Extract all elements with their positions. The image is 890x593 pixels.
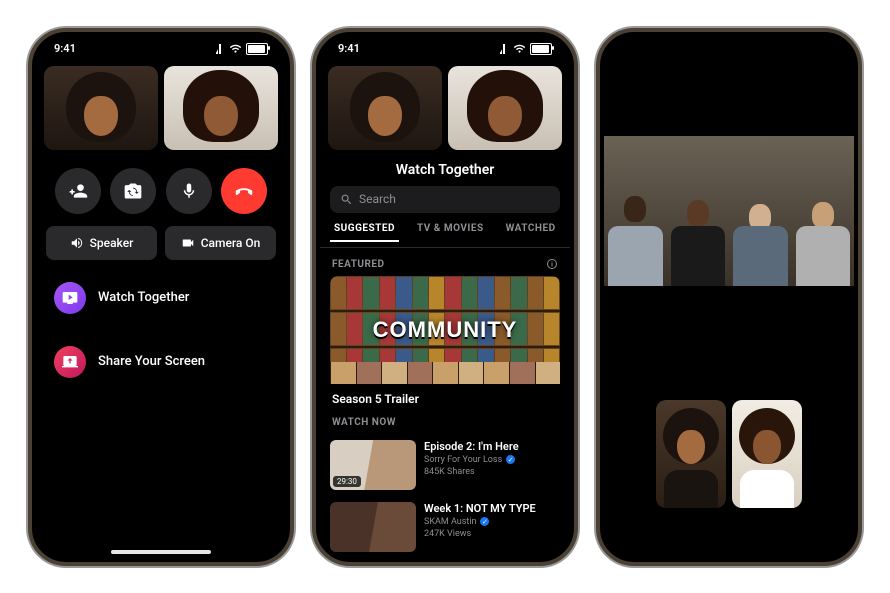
video-thumbnail: 29:30	[330, 440, 416, 490]
featured-title: Season 5 Trailer	[332, 392, 558, 406]
video-person	[792, 186, 855, 286]
flip-camera-button[interactable]	[110, 168, 156, 214]
notch	[387, 36, 503, 58]
notch	[671, 36, 787, 58]
home-indicator[interactable]	[111, 550, 211, 554]
share-screen-label: Share Your Screen	[98, 354, 205, 369]
status-time: 9:41	[338, 42, 360, 55]
tab-watched[interactable]: WATCHED	[502, 223, 560, 241]
hangup-icon	[233, 180, 255, 202]
video-thumbnail	[330, 502, 416, 552]
video-source: Sorry For Your Loss	[424, 455, 502, 465]
share-screen-option[interactable]: Share Your Screen	[36, 330, 286, 394]
featured-heading: FEATURED	[332, 259, 385, 270]
video-duration: 29:30	[333, 476, 361, 487]
featured-poster: COMMUNITY	[330, 276, 560, 384]
video-person	[604, 186, 667, 286]
featured-card[interactable]: COMMUNITY Season 5 Trailer Community ✓ ·…	[330, 276, 560, 406]
share-screen-icon	[54, 346, 86, 378]
wifi-icon	[229, 44, 242, 54]
tab-suggested[interactable]: SUGGESTED	[330, 223, 399, 242]
watch-together-icon	[54, 282, 86, 314]
video-person	[667, 186, 730, 286]
end-call-button[interactable]	[221, 168, 267, 214]
video-title: Episode 2: I'm Here	[424, 440, 560, 453]
speaker-icon	[70, 236, 84, 250]
participant-2[interactable]	[448, 66, 562, 150]
verified-icon: ✓	[480, 517, 489, 526]
watch-together-option[interactable]: Watch Together	[36, 266, 286, 330]
video-stats: 845K Shares	[424, 467, 475, 477]
add-person-icon	[68, 181, 88, 201]
participant-thumbnails	[36, 66, 286, 150]
video-stats: 247K Views	[424, 529, 471, 539]
video-row[interactable]: 29:30 Episode 2: I'm Here Sorry For Your…	[320, 434, 570, 496]
speaker-label: Speaker	[90, 236, 134, 250]
caller-1[interactable]	[656, 400, 726, 508]
playing-video[interactable]	[604, 136, 854, 286]
info-icon[interactable]	[546, 258, 558, 270]
add-person-button[interactable]	[55, 168, 101, 214]
panel-title: Watch Together	[320, 150, 570, 186]
watch-now-heading: WATCH NOW	[332, 417, 396, 428]
mute-button[interactable]	[166, 168, 212, 214]
phone-call-controls: 9:41	[28, 28, 294, 566]
status-time: 9:41	[54, 42, 76, 55]
phone-watch-together-browser: 9:41 Watch Together Search SU	[312, 28, 578, 566]
poster-title: COMMUNITY	[330, 317, 560, 343]
verified-icon: ✓	[506, 455, 515, 464]
video-source: SKAM Austin	[424, 517, 476, 527]
phone-watching-video	[596, 28, 862, 566]
camera-button[interactable]: Camera On	[165, 226, 276, 260]
camera-label: Camera On	[201, 236, 261, 250]
battery-icon	[246, 43, 268, 55]
camera-icon	[181, 236, 195, 250]
category-tabs: SUGGESTED TV & MOVIES WATCHED U	[320, 223, 570, 248]
participant-1[interactable]	[44, 66, 158, 150]
wifi-icon	[513, 44, 526, 54]
search-icon	[340, 193, 353, 206]
participant-1[interactable]	[328, 66, 442, 150]
participant-2[interactable]	[164, 66, 278, 150]
notch	[103, 36, 219, 58]
search-input[interactable]: Search	[330, 186, 560, 213]
video-row[interactable]: Week 1: NOT MY TYPE SKAM Austin ✓ 247K V…	[320, 496, 570, 558]
speaker-button[interactable]: Speaker	[46, 226, 157, 260]
watch-together-label: Watch Together	[98, 290, 189, 305]
caller-thumbnails	[656, 400, 802, 508]
video-person	[729, 186, 792, 286]
caller-2[interactable]	[732, 400, 802, 508]
participant-thumbnails	[320, 66, 570, 150]
flip-camera-icon	[123, 181, 143, 201]
microphone-icon	[180, 182, 198, 200]
search-placeholder: Search	[359, 192, 396, 206]
tab-tv-movies[interactable]: TV & MOVIES	[413, 223, 488, 241]
video-title: Week 1: NOT MY TYPE	[424, 502, 560, 515]
battery-icon	[530, 43, 552, 55]
